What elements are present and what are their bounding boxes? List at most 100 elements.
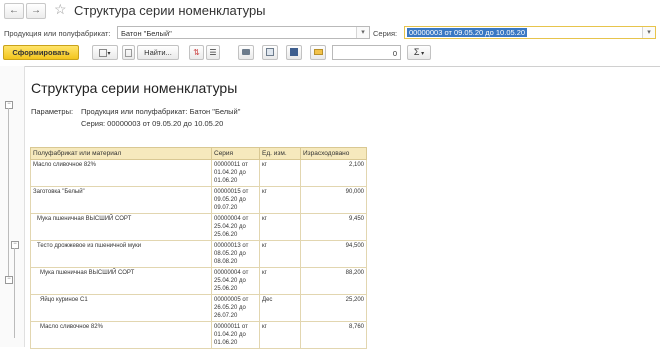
unit-cell: кг bbox=[259, 240, 301, 268]
table-row[interactable]: Масло сливочное 82% 00000011 от 01.04.20 д… bbox=[30, 321, 367, 349]
series-line: 25.04.20 до bbox=[214, 278, 246, 284]
unit-cell: кг bbox=[259, 321, 301, 349]
save-button[interactable] bbox=[286, 45, 302, 60]
chevron-down-icon[interactable]: ▾ bbox=[356, 27, 369, 38]
series-line: 25.06.20 bbox=[214, 232, 238, 238]
series-line: 00000004 от bbox=[214, 216, 249, 222]
envelope-icon bbox=[313, 49, 323, 55]
table-row[interactable]: Мука пшеничная ВЫСШИЙ СОРТ 00000004 от 25.… bbox=[30, 267, 367, 295]
col-consumed: Израсходовано bbox=[300, 147, 367, 160]
find-button[interactable]: Найти... bbox=[137, 45, 179, 60]
product-value: Батон "Белый" bbox=[121, 29, 172, 38]
series-line: 00000005 от bbox=[214, 297, 249, 303]
material-cell: Заготовка "Белый" bbox=[30, 186, 212, 214]
series-cell: 00000015 от 09.05.20 до 09.07.20 bbox=[211, 186, 260, 214]
unit-cell: Дес bbox=[259, 294, 301, 322]
sum-button[interactable]: Σ ▾ bbox=[407, 45, 431, 60]
amount-cell: 2,100 bbox=[300, 159, 367, 187]
series-line: 00000011 от bbox=[214, 324, 248, 330]
amount-cell: 8,760 bbox=[300, 321, 367, 349]
report-table: Полуфабрикат или материал Серия Ед. изм.… bbox=[30, 147, 367, 349]
series-field[interactable]: 00000003 от 09.05.20 до 10.05.20 ▾ bbox=[404, 26, 656, 39]
series-line: 09.07.20 bbox=[214, 205, 238, 211]
preview-button[interactable] bbox=[262, 45, 278, 60]
series-label: Серия: bbox=[373, 29, 398, 38]
series-line: 25.04.20 до bbox=[214, 224, 246, 230]
series-line: 25.06.20 bbox=[214, 286, 238, 292]
series-line: 26.07.20 bbox=[214, 313, 238, 319]
series-line: 00000004 от bbox=[214, 270, 249, 276]
material-cell: Яйцо куриное С1 bbox=[30, 294, 212, 322]
unit-cell: кг bbox=[259, 267, 301, 295]
favorite-star-icon[interactable]: ☆ bbox=[54, 1, 67, 18]
number-field[interactable]: 0 bbox=[332, 45, 401, 60]
unit-cell: кг bbox=[259, 159, 301, 187]
series-line: 08.05.20 до bbox=[214, 251, 246, 257]
table-row[interactable]: Масло сливочное 82% 00000011 от 01.04.20 д… bbox=[30, 159, 367, 187]
table-row[interactable]: Яйцо куриное С1 00000005 от 26.05.20 до 26.… bbox=[30, 294, 367, 322]
form-icon bbox=[125, 49, 132, 58]
series-line: 08.08.20 bbox=[214, 259, 238, 265]
series-cell: 00000011 от 01.04.20 до 01.06.20 bbox=[211, 159, 260, 187]
table-row[interactable]: Заготовка "Белый" 00000015 от 09.05.20 до 0… bbox=[30, 186, 367, 214]
series-cell: 00000013 от 08.05.20 до 08.08.20 bbox=[211, 240, 260, 268]
report-title: Структура серии номенклатуры bbox=[31, 80, 238, 96]
series-line: 01.04.20 до bbox=[214, 332, 246, 338]
collapse-button[interactable]: ☰ bbox=[206, 45, 220, 60]
print-button[interactable] bbox=[238, 45, 254, 60]
series-line: 00000013 от bbox=[214, 243, 249, 249]
chevron-down-icon[interactable]: ▾ bbox=[642, 27, 655, 38]
params-product: Продукция или полуфабрикат: Батон "Белый… bbox=[81, 107, 241, 116]
series-cell: 00000004 от 25.04.20 до 25.06.20 bbox=[211, 267, 260, 295]
series-cell: 00000004 от 25.04.20 до 25.06.20 bbox=[211, 213, 260, 241]
collapse-toggle-icon[interactable]: − bbox=[5, 276, 13, 284]
col-unit: Ед. изм. bbox=[259, 147, 301, 160]
collapse-toggle-icon[interactable]: − bbox=[11, 241, 19, 249]
product-field[interactable]: Батон "Белый" ▾ bbox=[117, 26, 370, 39]
table-row[interactable]: Тесто дрожжевое из пшеничной муки 0000001… bbox=[30, 240, 367, 268]
material-cell: Тесто дрожжевое из пшеничной муки bbox=[30, 240, 212, 268]
material-cell: Масло сливочное 82% bbox=[30, 321, 212, 349]
sort-icon: ⇅ bbox=[193, 48, 200, 57]
product-label: Продукция или полуфабрикат: bbox=[4, 29, 111, 38]
forward-button[interactable]: → bbox=[26, 3, 46, 19]
series-line: 00000015 от bbox=[214, 189, 249, 195]
series-cell: 00000011 от 01.04.20 до 01.06.20 bbox=[211, 321, 260, 349]
unit-cell: кг bbox=[259, 186, 301, 214]
floppy-disk-icon bbox=[290, 48, 298, 56]
settings-button[interactable] bbox=[122, 45, 135, 60]
tree-line bbox=[14, 248, 15, 338]
generate-button[interactable]: Сформировать bbox=[3, 45, 79, 60]
amount-cell: 90,000 bbox=[300, 186, 367, 214]
window-title: Структура серии номенклатуры bbox=[74, 3, 266, 18]
series-line: 00000011 от bbox=[214, 162, 248, 168]
material-cell: Мука пшеничная ВЫСШИЙ СОРТ bbox=[30, 267, 212, 295]
table-row[interactable]: Мука пшеничная ВЫСШИЙ СОРТ 00000004 от 25.… bbox=[30, 213, 367, 241]
series-value: 00000003 от 09.05.20 до 10.05.20 bbox=[407, 28, 528, 37]
amount-cell: 88,200 bbox=[300, 267, 367, 295]
sort-button[interactable]: ⇅ bbox=[189, 45, 204, 60]
params-series: Серия: 00000003 от 09.05.20 до 10.05.20 bbox=[81, 119, 224, 128]
params-label: Параметры: bbox=[31, 107, 74, 116]
material-cell: Масло сливочное 82% bbox=[30, 159, 212, 187]
col-material: Полуфабрикат или материал bbox=[30, 147, 212, 160]
collapse-toggle-icon[interactable]: − bbox=[5, 101, 13, 109]
amount-cell: 94,500 bbox=[300, 240, 367, 268]
table-header-row: Полуфабрикат или материал Серия Ед. изм.… bbox=[30, 147, 367, 160]
list-icon: ☰ bbox=[209, 48, 217, 57]
back-button[interactable]: ← bbox=[4, 3, 24, 19]
arrow-right-icon: → bbox=[31, 5, 41, 16]
arrow-left-icon: ← bbox=[9, 5, 19, 16]
amount-cell: 9,450 bbox=[300, 213, 367, 241]
col-series: Серия bbox=[211, 147, 260, 160]
amount-cell: 25,200 bbox=[300, 294, 367, 322]
printer-icon bbox=[242, 49, 250, 55]
series-line: 26.05.20 до bbox=[214, 305, 246, 311]
series-cell: 00000005 от 26.05.20 до 26.07.20 bbox=[211, 294, 260, 322]
preview-icon bbox=[266, 48, 274, 56]
send-button[interactable] bbox=[310, 45, 326, 60]
variants-button[interactable]: ▾ bbox=[92, 45, 118, 60]
series-line: 01.06.20 bbox=[214, 340, 238, 346]
material-cell: Мука пшеничная ВЫСШИЙ СОРТ bbox=[30, 213, 212, 241]
series-line: 01.06.20 bbox=[214, 178, 238, 184]
